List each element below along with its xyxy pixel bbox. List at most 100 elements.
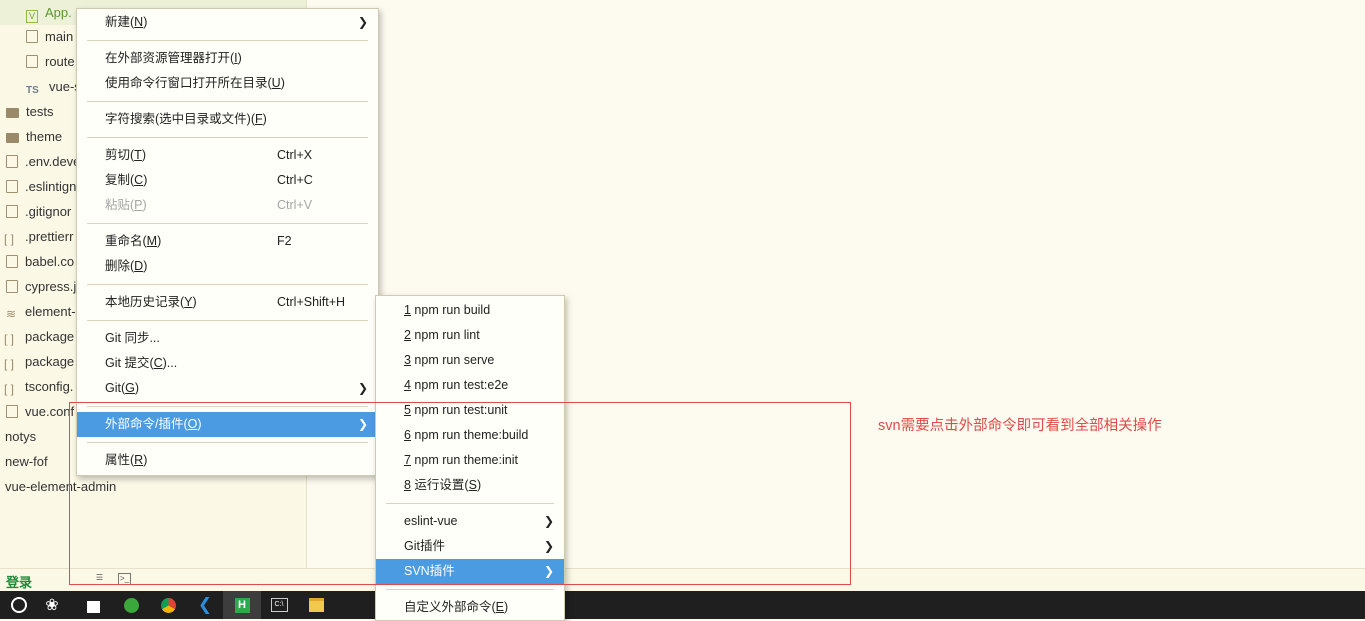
menu-item-label: Git 提交( xyxy=(105,356,154,370)
tree-item[interactable]: .eslintign xyxy=(6,174,76,199)
menu-separator xyxy=(87,40,368,41)
submenu-item-git-plugin[interactable]: Git插件 ❯ xyxy=(376,534,564,559)
tree-project[interactable]: notys xyxy=(5,424,36,449)
json-file-icon: [ ] xyxy=(4,382,15,396)
tree-item[interactable]: cypress.j xyxy=(6,274,76,299)
menu-item-new[interactable]: 新建(N) ❯ xyxy=(77,10,378,35)
tree-item[interactable]: [ ] .prettierr xyxy=(4,224,73,249)
menu-item-label: 在外部资源管理器打开( xyxy=(105,51,235,65)
tree-item[interactable]: .gitignor xyxy=(6,199,71,224)
menu-item-rename[interactable]: 重命名(M) F2 xyxy=(77,229,378,254)
folder-icon xyxy=(6,133,19,143)
menu-item-open-in-terminal[interactable]: 使用命令行窗口打开所在目录(U) xyxy=(77,71,378,96)
menu-item-open-in-explorer[interactable]: 在外部资源管理器打开(I) xyxy=(77,46,378,71)
mnemonic: Y xyxy=(184,295,193,309)
menu-item-label-tail: ) xyxy=(197,417,202,431)
tree-item[interactable]: vue.conf xyxy=(6,399,74,424)
menu-item-label-tail: ) xyxy=(192,295,197,309)
menu-item-text-search[interactable]: 字符搜索(选中目录或文件)(F) xyxy=(77,107,378,132)
item-number: 2 xyxy=(404,328,411,342)
menu-item-label-tail: ) xyxy=(143,173,148,187)
menu-item-label: 字符搜索(选中目录或文件)( xyxy=(105,112,255,126)
submenu-item-npm-test-e2e[interactable]: 4 npm run test:e2e xyxy=(376,373,564,398)
chrome-icon[interactable] xyxy=(149,591,187,619)
vscode-icon[interactable]: ❮ xyxy=(186,591,224,619)
submenu-item-svn-plugin[interactable]: SVN插件 ❯ xyxy=(376,559,564,584)
file-icon xyxy=(6,155,18,168)
tree-item[interactable]: babel.co xyxy=(6,249,74,274)
menu-item-label: SVN插件 xyxy=(404,564,455,578)
menu-item-copy[interactable]: 复制(C) Ctrl+C xyxy=(77,168,378,193)
mnemonic: D xyxy=(134,259,144,273)
terminal-icon[interactable]: >_ xyxy=(118,573,131,585)
tree-item-folder[interactable]: tests xyxy=(6,99,53,124)
tree-item[interactable]: [ ] tsconfig. xyxy=(4,374,73,399)
item-number: 8 xyxy=(404,478,411,492)
tree-item-folder[interactable]: theme xyxy=(6,124,62,149)
tree-item[interactable]: [ ] package xyxy=(4,349,74,374)
submenu-item-run-settings[interactable]: 8 运行设置(S) xyxy=(376,473,564,498)
submenu-item-npm-serve[interactable]: 3 npm run serve xyxy=(376,348,564,373)
menu-item-label: 自定义外部命令( xyxy=(404,600,496,614)
context-menu: 新建(N) ❯ 在外部资源管理器打开(I) 使用命令行窗口打开所在目录(U) 字… xyxy=(76,8,379,476)
list-icon[interactable]: ☰ xyxy=(93,573,106,585)
tree-item[interactable]: [ ] package xyxy=(4,324,74,349)
menu-item-external-commands[interactable]: 外部命令/插件(O) ❯ xyxy=(77,412,378,437)
tree-item-label: new-fof xyxy=(5,454,48,469)
tree-item[interactable]: route xyxy=(26,49,75,74)
tree-item-label: vue-element-admin xyxy=(5,479,117,494)
terminal-icon[interactable]: C:\ xyxy=(260,591,298,619)
vue-file-icon: V xyxy=(26,10,38,23)
tree-item-label: cypress.j xyxy=(25,279,77,294)
shortcut: Ctrl+X xyxy=(277,148,313,162)
menu-item-label: 外部命令/插件( xyxy=(105,417,188,431)
tree-item[interactable]: ≋ element- xyxy=(6,299,76,324)
menu-item-local-history[interactable]: 本地历史记录(Y) Ctrl+Shift+H xyxy=(77,290,378,315)
menu-item-label: npm run test:e2e xyxy=(410,378,509,392)
login-link[interactable]: 登录 xyxy=(6,572,32,591)
mnemonic: N xyxy=(134,15,144,29)
menu-item-properties[interactable]: 属性(R) xyxy=(77,448,378,473)
mnemonic: U xyxy=(271,76,281,90)
tree-item-label: package xyxy=(25,329,75,344)
mnemonic: T xyxy=(134,148,142,162)
submenu-item-custom-command[interactable]: 自定义外部命令(E) xyxy=(376,595,564,620)
menu-item-label: 运行设置( xyxy=(410,478,469,492)
menu-item-git-commit[interactable]: Git 提交(C)... xyxy=(77,351,378,376)
store-icon[interactable] xyxy=(74,591,112,619)
shortcut: F2 xyxy=(277,234,292,248)
menu-item-cut[interactable]: 剪切(T) Ctrl+X xyxy=(77,143,378,168)
tree-project[interactable]: new-fof xyxy=(5,449,48,474)
fan-icon[interactable]: ❀ xyxy=(33,591,71,619)
menu-item-label: npm run theme:build xyxy=(410,428,529,442)
menu-item-delete[interactable]: 删除(D) xyxy=(77,254,378,279)
edge-browser-icon[interactable] xyxy=(112,591,150,619)
menu-item-label: 删除( xyxy=(105,259,135,273)
submenu-item-npm-build[interactable]: 1 npm run build xyxy=(376,298,564,323)
hbuilder-icon[interactable]: H xyxy=(223,591,261,619)
menu-item-git-sync[interactable]: Git 同步... xyxy=(77,326,378,351)
mnemonic: C xyxy=(134,173,144,187)
tree-item[interactable]: .env.deve xyxy=(6,149,80,174)
submenu-item-npm-lint[interactable]: 2 npm run lint xyxy=(376,323,564,348)
windows-taskbar: ❀ ❮ H C:\ xyxy=(0,591,1365,619)
submenu-item-npm-theme-init[interactable]: 7 npm run theme:init xyxy=(376,448,564,473)
tree-item-label: route xyxy=(45,54,75,69)
annotation-text: svn需要点击外部命令即可看到全部相关操作 xyxy=(878,418,1162,434)
tree-item-label: babel.co xyxy=(25,254,75,269)
menu-separator xyxy=(87,320,368,321)
tree-item-label: tests xyxy=(26,104,54,119)
menu-item-label-tail: ) xyxy=(237,51,242,65)
submenu-item-npm-theme-build[interactable]: 6 npm run theme:build xyxy=(376,423,564,448)
tree-item[interactable]: TS vue-s xyxy=(26,74,81,99)
tree-project[interactable]: vue-element-admin xyxy=(5,474,116,499)
menu-item-git[interactable]: Git(G) ❯ xyxy=(77,376,378,401)
menu-separator xyxy=(87,406,368,407)
submenu-item-npm-test-unit[interactable]: 5 npm run test:unit xyxy=(376,398,564,423)
submenu-item-eslint-vue[interactable]: eslint-vue ❯ xyxy=(376,509,564,534)
tree-item[interactable]: main xyxy=(26,24,73,49)
tree-item-label: notys xyxy=(5,429,37,444)
menu-item-label: npm run serve xyxy=(410,353,495,367)
file-explorer-icon[interactable] xyxy=(297,591,335,619)
menu-item-label-tail: ) xyxy=(280,76,285,90)
